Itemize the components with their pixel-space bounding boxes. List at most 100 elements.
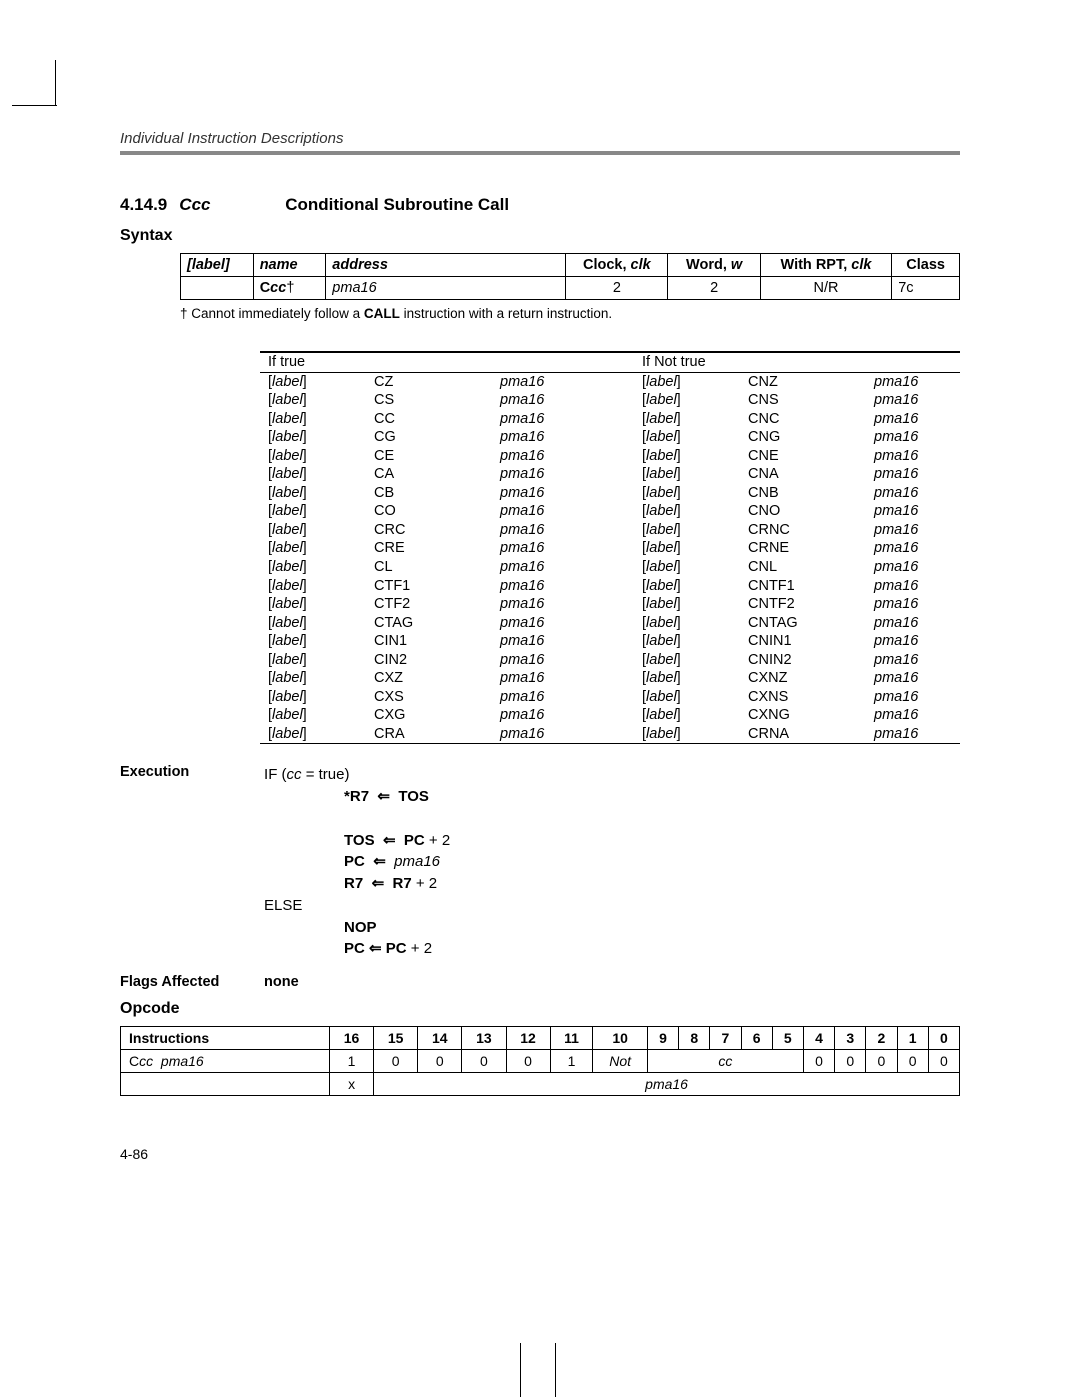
dn-bold: CALL	[364, 306, 400, 321]
op-instr-cc: cc	[139, 1053, 153, 1069]
mnemonic-row: [label]CCpma16[label]CNCpma16	[260, 410, 960, 429]
section-title: Conditional Subroutine Call	[285, 195, 509, 214]
mnemonic-row: [label]CREpma16[label]CRNEpma16	[260, 539, 960, 558]
section-number: 4.14.9	[120, 195, 167, 214]
opcode-bit-header: 2	[866, 1027, 897, 1050]
l5p: + 2	[407, 940, 432, 957]
l3b: pma16	[394, 853, 440, 870]
mnemonic-row: [label]CBpma16[label]CNBpma16	[260, 484, 960, 503]
opcode-bit-header: 8	[679, 1027, 710, 1050]
opcode-bit-header: 11	[550, 1027, 593, 1050]
mnemonic-row: [label]CEpma16[label]CNEpma16	[260, 447, 960, 466]
l3a: PC	[344, 853, 365, 870]
opcode-cell: 0	[374, 1050, 418, 1073]
opcode-cell: 0	[897, 1050, 928, 1073]
header-rule	[120, 151, 960, 155]
syn-withrpt: N/R	[760, 277, 891, 300]
syn-name-pre: C	[260, 280, 270, 296]
flags-value: none	[264, 974, 299, 990]
mnemonic-row: [label]CRApma16[label]CRNApma16	[260, 725, 960, 744]
col-word-it: w	[731, 257, 742, 273]
col-word: Word	[686, 257, 723, 273]
execution-label: Execution	[120, 764, 260, 780]
page-number: 4-86	[120, 1146, 960, 1162]
mnemonic-row: [label]CLpma16[label]CNLpma16	[260, 558, 960, 577]
mnemonic-row: [label]CZpma16[label]CNZpma16	[260, 372, 960, 391]
opcode-not: Not	[593, 1050, 647, 1073]
opcode-bit-header: 14	[418, 1027, 462, 1050]
mn-head-true: If true	[260, 352, 598, 372]
l2b: PC	[404, 832, 425, 849]
opcode-cell: 0	[462, 1050, 506, 1073]
mnemonic-row: [label]CXGpma16[label]CXNGpma16	[260, 706, 960, 725]
opcode-bit-header: 1	[897, 1027, 928, 1050]
opcode-bit-header: 16	[330, 1027, 374, 1050]
opcode-table: Instructions 161514131211109876543210 Cc…	[120, 1026, 960, 1096]
mnemonic-row: [label]CIN2pma16[label]CNIN2pma16	[260, 651, 960, 670]
syn-class: 7c	[892, 277, 960, 300]
mnemonic-row: [label]CTAGpma16[label]CNTAGpma16	[260, 614, 960, 633]
opcode-cell: 0	[506, 1050, 550, 1073]
syn-word: 2	[668, 277, 760, 300]
mnemonic-row: [label]CTF2pma16[label]CNTF2pma16	[260, 595, 960, 614]
l4b: R7	[392, 875, 411, 892]
arr2: ⇐	[383, 832, 396, 849]
l5a: PC	[344, 940, 365, 957]
nop: NOP	[264, 919, 377, 936]
if-post: = true)	[302, 766, 350, 783]
dagger-note: † Cannot immediately follow a CALL instr…	[180, 306, 960, 321]
mnemonic-row: [label]CTF1pma16[label]CNTF1pma16	[260, 577, 960, 596]
opcode-bit-header: 6	[741, 1027, 772, 1050]
opcode-cell: 0	[928, 1050, 959, 1073]
if-pre: IF (	[264, 766, 287, 783]
l5b: PC	[386, 940, 407, 957]
opcode-cell: 0	[866, 1050, 897, 1073]
opcode-cell: 1	[550, 1050, 593, 1073]
mnemonic-row: [label]CXSpma16[label]CXNSpma16	[260, 688, 960, 707]
running-head: Individual Instruction Descriptions	[120, 130, 960, 147]
mnemonic-row: [label]CRCpma16[label]CRNCpma16	[260, 521, 960, 540]
dn-post: instruction with a return instruction.	[400, 306, 612, 321]
syn-address: pma16	[332, 280, 376, 296]
op-pma: pma16	[645, 1076, 688, 1092]
flags-label: Flags Affected	[120, 974, 260, 990]
mn-head-false: If Not true	[634, 352, 960, 372]
mnemonic-row: [label]CSpma16[label]CNSpma16	[260, 391, 960, 410]
opcode-cell: 0	[803, 1050, 834, 1073]
col-address: address	[332, 257, 388, 273]
l2a: TOS	[344, 832, 375, 849]
mnemonic-row: [label]CGpma16[label]CNGpma16	[260, 428, 960, 447]
col-withrpt-it: clk	[851, 257, 871, 273]
arr5: ⇐	[369, 940, 382, 957]
opcode-cc: cc	[647, 1050, 803, 1073]
l4a: R7	[344, 875, 363, 892]
dn-pre: † Cannot immediately follow a	[180, 306, 364, 321]
opcode-cell: 0	[835, 1050, 866, 1073]
col-label: [label]	[187, 257, 230, 273]
opcode-cell: 0	[418, 1050, 462, 1073]
opcode-bit-header: 7	[710, 1027, 741, 1050]
arr3: ⇐	[373, 853, 386, 870]
opcode-instr-header: Instructions	[121, 1027, 330, 1050]
opcode-bit-header: 5	[772, 1027, 803, 1050]
mnemonic-row: [label]CApma16[label]CNApma16	[260, 465, 960, 484]
opcode-bit-header: 4	[803, 1027, 834, 1050]
syntax-heading: Syntax	[120, 227, 960, 245]
syn-clock: 2	[566, 277, 668, 300]
syn-dagger: †	[286, 280, 294, 296]
arr4: ⇐	[372, 875, 385, 892]
mnemonic-row: [label]CIN1pma16[label]CNIN1pma16	[260, 632, 960, 651]
syn-name-suf: cc	[270, 280, 286, 296]
col-name: name	[260, 257, 298, 273]
opcode-bit-header: 12	[506, 1027, 550, 1050]
syntax-table: [label] name address Clock, clk Word, w …	[180, 253, 960, 300]
opcode-bit-header: 13	[462, 1027, 506, 1050]
section-name-prefix: C	[179, 195, 191, 214]
opcode-bit-header: 9	[647, 1027, 678, 1050]
mnemonic-row: [label]CXZpma16[label]CXNZpma16	[260, 669, 960, 688]
l1a: *R7	[344, 788, 369, 805]
opcode-heading: Opcode	[120, 1000, 960, 1018]
op-instr-pma: pma16	[161, 1053, 204, 1069]
arr1: ⇐	[377, 788, 390, 805]
section-name-suffix: cc	[192, 195, 211, 214]
